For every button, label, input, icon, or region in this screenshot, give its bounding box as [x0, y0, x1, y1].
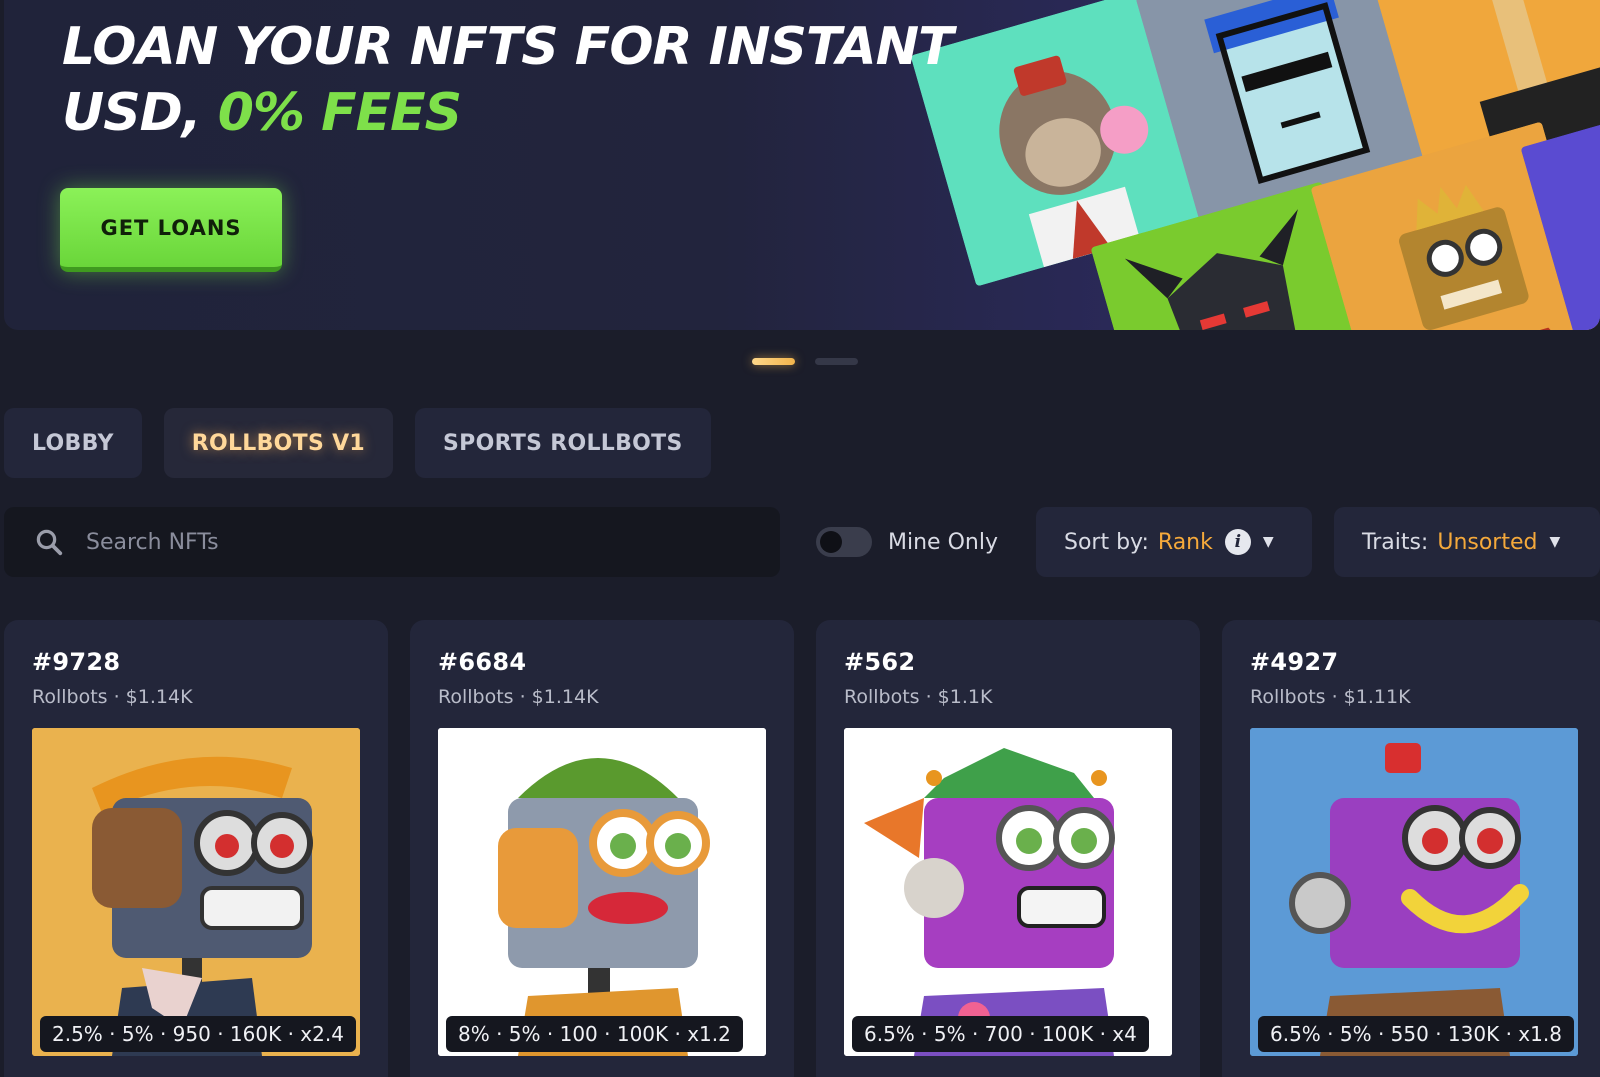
nft-id: #4927 — [1250, 648, 1339, 676]
hero-title-line1: LOAN YOUR NFTS FOR INSTANT — [62, 17, 954, 77]
mine-only-label: Mine Only — [888, 529, 998, 555]
loan-stats: 8% · 5% · 100 · 100K · x1.2 — [446, 1016, 743, 1052]
get-loans-button[interactable]: GET LOANS — [60, 188, 282, 272]
loan-stats: 6.5% · 5% · 550 · 130K · x1.8 — [1258, 1016, 1574, 1052]
tab-lobby[interactable]: LOBBY — [4, 408, 142, 478]
crown-robot-nft-image — [1310, 121, 1600, 330]
nft-collection-price: Rollbots · $1.11K — [1250, 686, 1411, 708]
traits-dropdown[interactable]: Traits: Unsorted ▼ — [1334, 507, 1600, 577]
nft-card[interactable]: #6684 Rollbots · $1.14K 8% · 5% · 100 · … — [410, 620, 794, 1077]
ape-nft-image — [910, 0, 1208, 287]
nft-id: #562 — [844, 648, 916, 676]
nft-image: 8% · 5% · 100 · 100K · x1.2 — [438, 728, 766, 1056]
nft-card[interactable]: #9728 Rollbots · $1.14K 2.5% · 5% · 950 … — [4, 620, 388, 1077]
sort-value: Rank — [1157, 529, 1213, 555]
nft-id: #9728 — [32, 648, 121, 676]
info-icon[interactable]: i — [1224, 529, 1251, 555]
nft-collection-price: Rollbots · $1.14K — [32, 686, 193, 708]
giraffe-nft-image — [1365, 0, 1600, 189]
loan-stats: 6.5% · 5% · 700 · 100K · x4 — [852, 1016, 1149, 1052]
nft-grid: #9728 Rollbots · $1.14K 2.5% · 5% · 950 … — [4, 620, 1600, 1077]
sort-dropdown[interactable]: Sort by: Rank i ▼ — [1036, 507, 1312, 577]
traits-value: Unsorted — [1437, 529, 1538, 555]
nft-id: #6684 — [438, 648, 527, 676]
loan-stats: 2.5% · 5% · 950 · 160K · x2.4 — [40, 1016, 356, 1052]
hero-banner: LOAN YOUR NFTS FOR INSTANT USD, 0% FEES … — [4, 0, 1600, 330]
hero-title: LOAN YOUR NFTS FOR INSTANT USD, 0% FEES — [62, 14, 954, 146]
hero-title-accent: 0% FEES — [217, 83, 462, 143]
tab-rollbots-v1[interactable]: ROLLBOTS V1 — [163, 408, 393, 478]
nft-card[interactable]: #562 Rollbots · $1.1K 6.5% · 5% · 700 · … — [816, 620, 1200, 1077]
sort-label: Sort by: — [1064, 529, 1149, 555]
chevron-down-icon: ▼ — [1262, 534, 1274, 550]
nft-card[interactable]: #4927 Rollbots · $1.11K 6.5% · 5% · 550 … — [1222, 620, 1600, 1077]
search-bar — [4, 507, 780, 577]
nft-image: 6.5% · 5% · 550 · 130K · x1.8 — [1250, 728, 1578, 1056]
carousel-dot-1[interactable] — [752, 358, 795, 365]
search-icon — [36, 529, 63, 556]
carousel-dot-2[interactable] — [815, 358, 858, 365]
toggle-knob — [820, 531, 842, 553]
carousel-indicator — [752, 358, 858, 365]
nft-collection-price: Rollbots · $1.14K — [438, 686, 599, 708]
search-input[interactable] — [86, 529, 726, 555]
mine-only-filter: Mine Only — [816, 507, 998, 577]
nft-image: 2.5% · 5% · 950 · 160K · x2.4 — [32, 728, 360, 1056]
traits-label: Traits: — [1362, 529, 1429, 555]
hero-title-line2: USD, — [62, 83, 218, 143]
purple-nft-image — [1520, 81, 1600, 330]
mine-only-toggle[interactable] — [816, 527, 872, 557]
chevron-down-icon: ▼ — [1549, 534, 1561, 550]
nft-image: 6.5% · 5% · 700 · 100K · x4 — [844, 728, 1172, 1056]
punk-nft-image — [1135, 0, 1433, 229]
tab-sports-rollbots[interactable]: SPORTS ROLLBOTS — [415, 408, 711, 478]
category-tabs: LOBBY ROLLBOTS V1 SPORTS ROLLBOTS — [4, 408, 711, 478]
demon-nft-image — [1090, 181, 1388, 330]
nft-collection-price: Rollbots · $1.1K — [844, 686, 993, 708]
